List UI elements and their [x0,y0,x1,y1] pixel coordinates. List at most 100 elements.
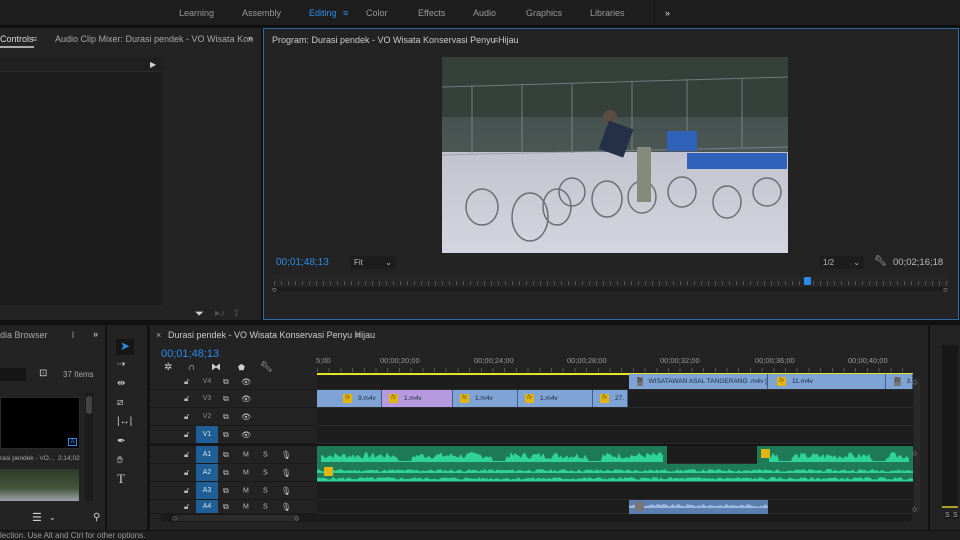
resolution-dropdown[interactable]: 1/2 ⌄ [819,256,864,269]
hand-tool-icon[interactable]: ✋︎ [117,456,123,466]
timeline-title[interactable]: Durasi pendek - VO Wisata Konservasi Pen… [168,330,375,340]
solo-right-button[interactable]: S [952,512,959,519]
more-panels-button[interactable]: » [248,33,253,43]
eye-icon[interactable]: 👁︎ [241,394,251,403]
project-item-thumbnail[interactable] [0,469,79,501]
tab-media-browser[interactable]: dia Browser [0,330,48,340]
scroll-handle-left[interactable]: ○ [172,513,177,523]
workspace-learning[interactable]: Learning [179,8,214,18]
video-clip[interactable]: fx WISATAWAN ASAL TANGERANG .m4v [ [629,374,768,389]
microphone-icon[interactable]: 🎙︎ [281,450,291,459]
solo-left-button[interactable]: S [944,512,951,519]
selected-video-clip[interactable]: fx 1.m4v [382,390,453,407]
sync-lock-icon[interactable]: ⧉ [223,468,229,478]
lock-icon[interactable]: 🔓︎ [184,468,189,478]
ripple-edit-tool-icon[interactable]: ⇹ [117,379,125,389]
program-menu-icon[interactable]: ≡ [493,35,498,45]
filter-icon[interactable]: ⏷ [195,309,204,320]
pen-tool-icon[interactable]: ✒ [117,437,125,447]
scroll-handle[interactable]: ○ [912,377,917,387]
microphone-icon[interactable]: 🎙︎ [281,486,291,495]
new-bin-icon[interactable]: ⊡ [39,369,47,379]
snap-magnet-icon[interactable]: ∩ [188,363,195,373]
scroll-handle-right[interactable]: ○ [294,513,299,523]
video-clip[interactable]: fx 9.m4v [317,390,382,407]
close-icon[interactable]: × [156,330,161,340]
mute-button[interactable]: M [243,487,249,494]
playhead[interactable] [804,277,812,285]
slip-tool-icon[interactable]: |↔| [117,417,132,427]
eye-icon[interactable]: 👁︎ [241,377,251,386]
tab-audio-clip-mixer[interactable]: Audio Clip Mixer: Durasi pendek - VO Wis… [55,34,253,44]
track-target-toggle[interactable]: V2 [196,408,218,425]
tab-effect-controls[interactable]: Controls [0,34,34,48]
sync-lock-icon[interactable]: ⧉ [223,412,229,422]
chevron-down-icon[interactable]: ⌄ [49,513,56,523]
mute-button[interactable]: M [243,503,249,510]
lock-icon[interactable]: 🔓︎ [184,394,189,404]
track-target-toggle[interactable]: A1 [196,446,218,463]
microphone-icon[interactable]: 🎙︎ [281,468,291,477]
workspace-color[interactable]: Color [366,8,388,18]
program-timecode[interactable]: 00;01;48;13 [276,257,329,268]
workspace-libraries[interactable]: Libraries [590,8,625,18]
track-target-toggle[interactable]: A2 [196,464,218,481]
timeline-timecode[interactable]: 00;01;48;13 [161,348,219,360]
workspace-editing[interactable]: Editing [309,8,337,18]
lock-icon[interactable]: 🔓︎ [184,502,189,512]
wrench-icon[interactable]: 🔧︎ [874,257,887,267]
out-point-handle[interactable]: ○ [943,285,948,295]
video-clip[interactable]: fx 3. [886,374,913,389]
search-input[interactable] [0,368,26,381]
zoom-level-dropdown[interactable]: Fit ⌄ [350,256,396,269]
play-arrow-icon[interactable]: ▶ [150,60,156,70]
track-target-toggle[interactable]: V4 [196,374,218,389]
sync-lock-icon[interactable]: ⧉ [223,486,229,496]
video-clip[interactable]: fx 1.m4v [453,390,518,407]
wrench-icon[interactable]: 🔧︎ [260,363,273,373]
more-panels-button[interactable]: » [93,329,98,339]
sync-lock-icon[interactable]: ⧉ [223,430,229,440]
lock-icon[interactable]: 🔓︎ [184,377,189,387]
tab-libraries[interactable]: l [72,330,74,340]
add-marker-icon[interactable]: ⬟ [238,363,245,373]
track-target-toggle[interactable]: V3 [196,390,218,407]
sync-lock-icon[interactable]: ⧉ [223,377,229,387]
timeline-vertical-scrollbar[interactable] [914,378,920,512]
nest-icon[interactable]: ✲ [164,363,172,373]
scroll-handle[interactable]: ○ [912,448,917,458]
workspace-menu-icon[interactable]: ≡ [343,8,348,18]
lock-icon[interactable]: 🔓︎ [184,430,189,440]
track-target-toggle[interactable]: V1 [196,426,218,443]
lock-icon[interactable]: 🔓︎ [184,412,189,422]
sync-lock-icon[interactable]: ⧉ [223,450,229,460]
track-target-toggle[interactable]: A4 [196,500,218,513]
video-clip[interactable]: fx 11.m4v [768,374,886,389]
solo-button[interactable]: S [263,487,268,494]
type-tool-icon[interactable]: T [117,472,125,485]
eye-icon[interactable]: 👁︎ [241,412,251,421]
video-clip[interactable]: fx 27. [593,390,628,407]
selection-tool-icon[interactable]: ➤ [116,339,134,355]
razor-tool-icon[interactable]: ⧄ [117,398,123,408]
timeline-menu-icon[interactable]: ≡ [355,330,360,340]
lock-icon[interactable]: 🔓︎ [184,486,189,496]
microphone-icon[interactable]: 🎙︎ [281,502,291,511]
solo-button[interactable]: S [263,451,268,458]
scroll-handle[interactable]: ○ [912,504,917,514]
track-target-toggle[interactable]: A3 [196,482,218,499]
workspace-effects[interactable]: Effects [418,8,445,18]
project-scrollbar[interactable] [85,393,93,501]
program-scrub-bar[interactable] [274,275,949,291]
mute-button[interactable]: M [243,469,249,476]
more-workspaces-button[interactable]: » [665,8,670,18]
search-icon[interactable]: ⚲ [93,513,100,523]
lock-icon[interactable]: 🔓︎ [184,450,189,460]
in-point-handle[interactable]: ○ [272,285,277,295]
linked-selection-icon[interactable]: ⧓ [211,363,221,373]
project-item-thumbnail[interactable]: ⁂ [0,397,80,449]
workspace-graphics[interactable]: Graphics [526,8,562,18]
solo-button[interactable]: S [263,503,268,510]
panel-menu-icon[interactable]: ≡ [32,34,37,44]
workspace-assembly[interactable]: Assembly [242,8,281,18]
